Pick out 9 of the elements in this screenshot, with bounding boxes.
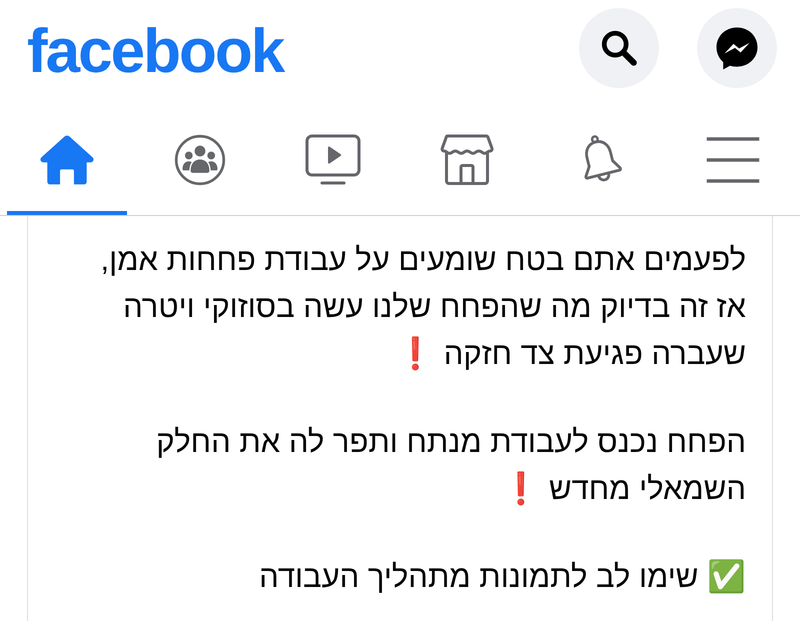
video-screen-icon <box>305 134 362 186</box>
house-icon <box>38 134 95 186</box>
facebook-logo[interactable]: facebook <box>27 21 284 83</box>
post-text: ✅ שימו לב לתמונות מתהליך העבודה <box>259 558 746 596</box>
chat-bubble-icon <box>715 26 759 70</box>
post-text: לפעמים אתם בטח שומעים על עבודת פחחות אמן, אז זה בדיוק מה שהפחח שלנו עשה בסוזוקי ויטרה שעברה פגיעת צד חזקה ❗ <box>100 241 746 373</box>
post-text: הפחח נכנס לעבודת מנתח ותפר לה את החלק השמאלי מחדש ❗ <box>155 423 746 508</box>
storefront-icon <box>438 134 495 186</box>
search-icon <box>600 29 638 67</box>
